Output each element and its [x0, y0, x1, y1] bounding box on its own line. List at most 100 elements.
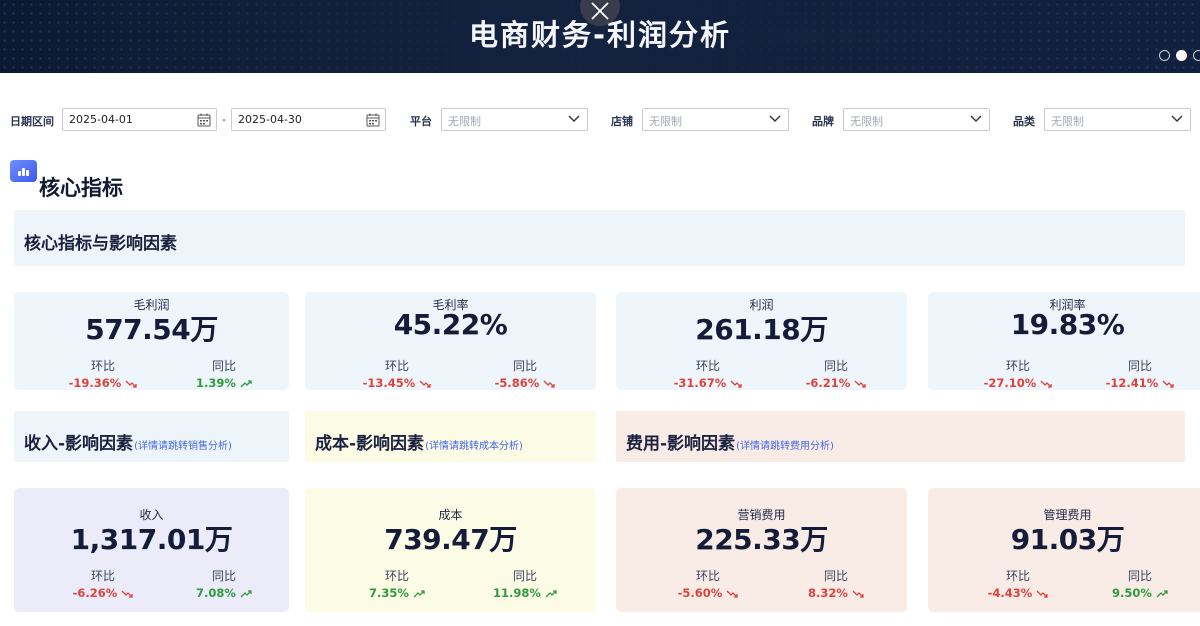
cost-detail-link[interactable]: (详情请跳转成本分析) — [425, 441, 523, 452]
section-title: 核心指标 — [39, 176, 123, 200]
pager-dot-3[interactable] — [1193, 50, 1200, 61]
trend-down-arrow-icon — [1040, 380, 1052, 388]
core-metric-card-1[interactable]: 毛利润 577.54万 环比 -19.36% 同比 1.39% — [14, 292, 289, 390]
trend-up-arrow-icon — [240, 589, 252, 597]
factor-metric-card-4[interactable]: 管理费用 91.03万 环比 -4.43% 同比 9.50% — [928, 488, 1200, 612]
factor-metric-card-2[interactable]: 成本 739.47万 环比 7.35% 同比 11.98% — [305, 488, 596, 612]
pager-dot-1[interactable] — [1159, 50, 1170, 61]
income-factor-panel: 收入-影响因素(详情请跳转销售分析) — [14, 411, 289, 462]
metric-value: 577.54万 — [85, 313, 218, 346]
category-label: 品类 — [1013, 115, 1035, 128]
yoy-block: 同比 8.32% — [791, 567, 881, 600]
expense-detail-link[interactable]: (详情请跳转费用分析) — [736, 441, 834, 452]
close-icon — [591, 2, 609, 20]
mom-value-text: -13.45% — [362, 376, 416, 390]
mom-value: -31.67% — [663, 376, 753, 390]
mom-value-text: -31.67% — [673, 376, 727, 390]
store-label: 店铺 — [611, 115, 633, 128]
yoy-value-text: 8.32% — [808, 586, 848, 600]
brand-select[interactable]: 无限制 — [843, 108, 990, 131]
yoy-block: 同比 7.08% — [179, 567, 269, 600]
trend-up-arrow-icon — [413, 589, 425, 597]
mom-label: 环比 — [90, 359, 115, 373]
metric-value: 45.22% — [393, 308, 508, 341]
income-factor-title-text: 收入-影响因素 — [24, 434, 134, 454]
cost-factor-title-text: 成本-影响因素 — [315, 434, 425, 454]
mom-block: 环比 -27.10% — [973, 357, 1063, 390]
mom-value-text: 7.35% — [369, 586, 409, 600]
yoy-block: 同比 -12.41% — [1095, 357, 1185, 390]
yoy-value: -12.41% — [1095, 376, 1185, 390]
yoy-label: 同比 — [512, 569, 537, 583]
brand-label: 品牌 — [812, 115, 834, 128]
calendar-icon — [197, 113, 211, 127]
mom-value: -5.60% — [663, 586, 753, 600]
yoy-value-text: -12.41% — [1105, 376, 1159, 390]
yoy-value: -6.21% — [791, 376, 881, 390]
yoy-block: 同比 -5.86% — [480, 357, 570, 390]
yoy-label: 同比 — [823, 569, 848, 583]
store-select[interactable]: 无限制 — [642, 108, 789, 131]
header-banner: 电商财务-利润分析 — [0, 0, 1200, 73]
metric-value: 261.18万 — [695, 313, 828, 346]
metric-value: 225.33万 — [695, 523, 828, 556]
carousel-pager — [1159, 50, 1200, 61]
platform-select[interactable]: 无限制 — [441, 108, 588, 131]
pager-dot-2[interactable] — [1176, 50, 1187, 61]
yoy-value: 7.08% — [179, 586, 269, 600]
yoy-label: 同比 — [512, 359, 537, 373]
chevron-down-icon — [1171, 115, 1183, 122]
yoy-block: 同比 9.50% — [1095, 567, 1185, 600]
mom-label: 环比 — [90, 569, 115, 583]
expense-factor-title-text: 费用-影响因素 — [626, 434, 736, 454]
date-range-label: 日期区间 — [10, 115, 54, 128]
mom-label: 环比 — [695, 359, 720, 373]
mom-label: 环比 — [1005, 359, 1030, 373]
trend-down-arrow-icon — [419, 380, 431, 388]
yoy-value-text: -6.21% — [805, 376, 851, 390]
factor-metric-card-3[interactable]: 营销费用 225.33万 环比 -5.60% 同比 8.32% — [616, 488, 907, 612]
income-detail-link[interactable]: (详情请跳转销售分析) — [134, 441, 232, 452]
factor-metric-card-1[interactable]: 收入 1,317.01万 环比 -6.26% 同比 7.08% — [14, 488, 289, 612]
trend-down-arrow-icon — [1162, 380, 1174, 388]
yoy-label: 同比 — [211, 569, 236, 583]
brand-value: 无限制 — [850, 115, 883, 128]
mom-block: 环比 7.35% — [352, 567, 442, 600]
metric-value: 1,317.01万 — [70, 523, 233, 556]
yoy-label: 同比 — [1127, 359, 1152, 373]
yoy-block: 同比 -6.21% — [791, 357, 881, 390]
yoy-label: 同比 — [823, 359, 848, 373]
mom-value-text: -6.26% — [72, 586, 118, 600]
mom-value: -13.45% — [352, 376, 442, 390]
core-metric-card-4[interactable]: 利润率 19.83% 环比 -27.10% 同比 -12.41% — [928, 292, 1200, 390]
core-metric-card-2[interactable]: 毛利率 45.22% 环比 -13.45% 同比 -5.86% — [305, 292, 596, 390]
yoy-value-text: 7.08% — [196, 586, 236, 600]
metric-value: 739.47万 — [384, 523, 517, 556]
yoy-label: 同比 — [211, 359, 236, 373]
store-value: 无限制 — [649, 115, 682, 128]
chevron-down-icon — [568, 115, 580, 122]
trend-up-arrow-icon — [1156, 589, 1168, 597]
mom-block: 环比 -13.45% — [352, 357, 442, 390]
core-metric-card-3[interactable]: 利润 261.18万 环比 -31.67% 同比 -6.21% — [616, 292, 907, 390]
mom-label: 环比 — [384, 359, 409, 373]
date-start-field[interactable]: 2025-04-01 — [62, 108, 217, 131]
yoy-value: 1.39% — [179, 376, 269, 390]
category-select[interactable]: 无限制 — [1044, 108, 1191, 131]
mom-label: 环比 — [1005, 569, 1030, 583]
mom-value-text: -19.36% — [68, 376, 122, 390]
yoy-value-text: -5.86% — [494, 376, 540, 390]
date-end-field[interactable]: 2025-04-30 — [231, 108, 386, 131]
mom-value-text: -27.10% — [983, 376, 1037, 390]
metric-value: 19.83% — [1010, 308, 1125, 341]
mom-block: 环比 -6.26% — [58, 567, 148, 600]
mom-value: 7.35% — [352, 586, 442, 600]
bar-chart-icon — [10, 160, 37, 182]
yoy-block: 同比 11.98% — [480, 567, 570, 600]
mom-value: -6.26% — [58, 586, 148, 600]
mom-block: 环比 -4.43% — [973, 567, 1063, 600]
mom-value-text: -5.60% — [677, 586, 723, 600]
platform-value: 无限制 — [448, 115, 481, 128]
core-panel-title: 核心指标与影响因素 — [24, 234, 177, 254]
mom-value-text: -4.43% — [987, 586, 1033, 600]
